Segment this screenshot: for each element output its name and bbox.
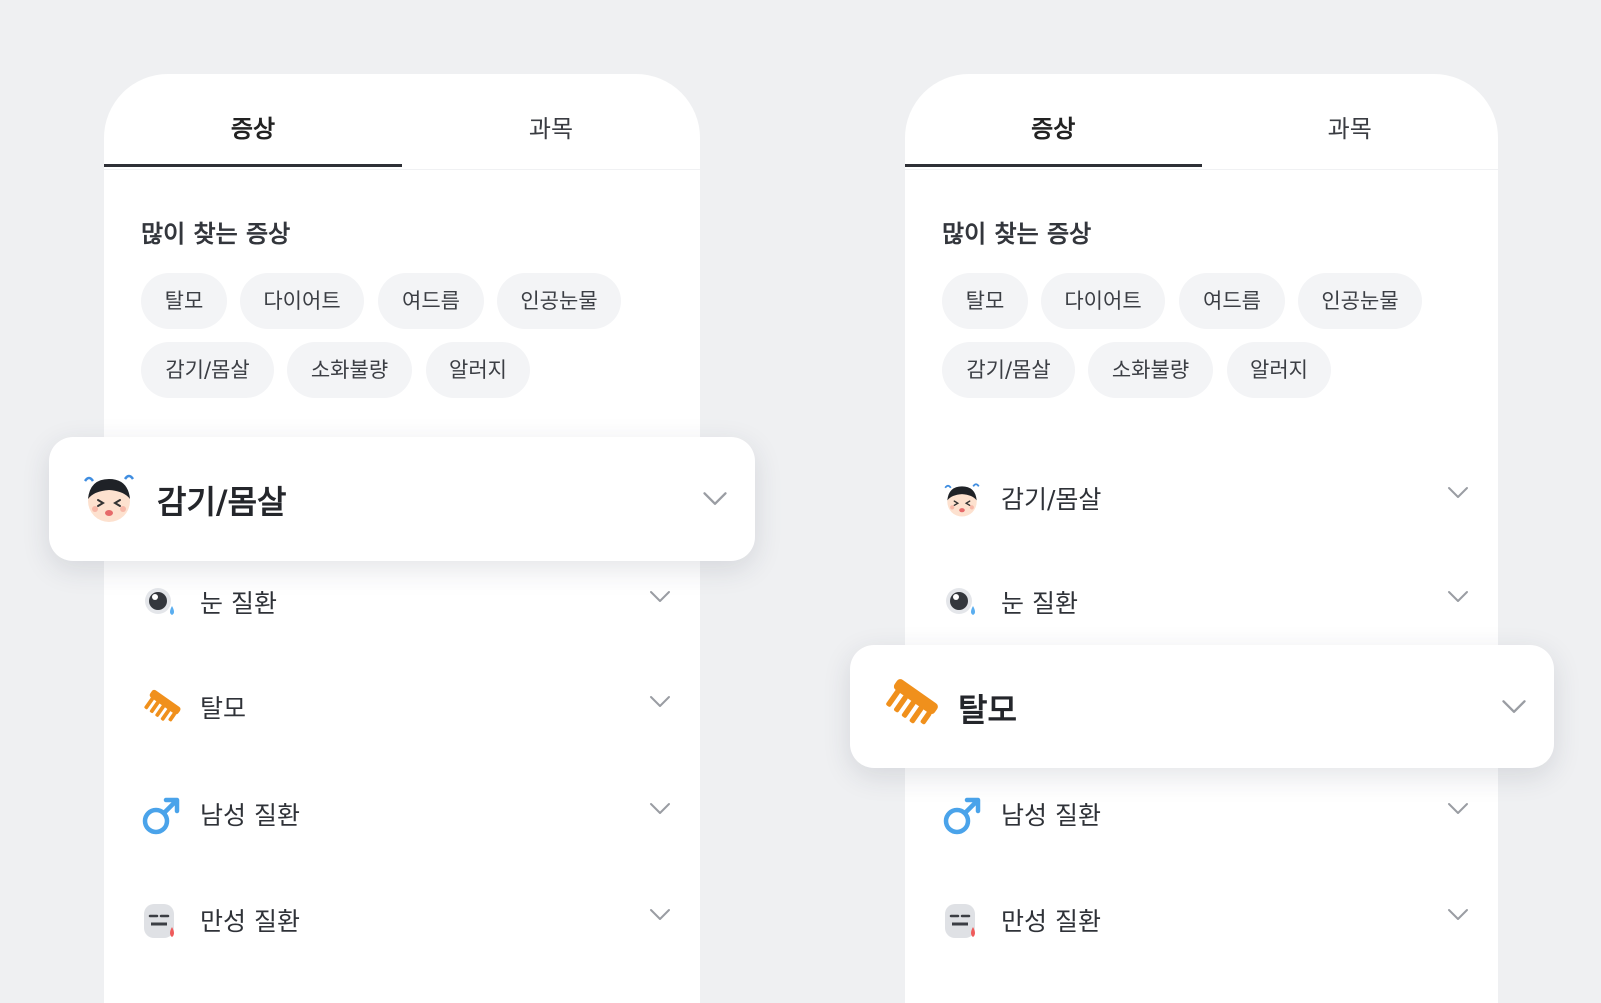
category-label: 감기/몸살	[1001, 485, 1102, 514]
chip-hair-loss[interactable]: 탈모	[141, 273, 227, 329]
category-row-chronic[interactable]: 만성 질환	[905, 864, 1498, 972]
category-label: 감기/몸살	[157, 483, 287, 521]
tab-departments[interactable]: 과목	[402, 74, 700, 167]
category-row-eye[interactable]: 눈 질환	[104, 546, 700, 654]
chevron-down-icon	[1500, 692, 1528, 720]
chronic-face-icon	[140, 900, 182, 942]
category-row-eye[interactable]: 눈 질환	[905, 546, 1498, 654]
chip-allergy[interactable]: 알러지	[1227, 342, 1331, 398]
category-row-male[interactable]: 남성 질환	[905, 758, 1498, 866]
chevron-down-icon	[701, 484, 729, 512]
tab-symptoms[interactable]: 증상	[104, 74, 402, 167]
category-label: 만성 질환	[1001, 907, 1101, 936]
category-label: 남성 질환	[1001, 801, 1101, 830]
comb-icon	[140, 687, 182, 729]
chevron-down-icon	[1446, 796, 1470, 820]
category-row-cold[interactable]: 감기/몸살	[905, 442, 1498, 550]
chevron-down-icon	[648, 689, 672, 713]
comb-icon	[880, 675, 940, 735]
chevron-down-icon	[1446, 480, 1470, 504]
chip-diet[interactable]: 다이어트	[1041, 273, 1165, 329]
category-label: 눈 질환	[1001, 589, 1078, 618]
eye-drop-icon	[941, 582, 983, 624]
sick-face-icon	[79, 467, 139, 527]
chevron-down-icon	[1446, 584, 1470, 608]
category-label: 만성 질환	[200, 907, 300, 936]
chip-artificial-tears[interactable]: 인공눈물	[1298, 273, 1422, 329]
tab-bar: 증상 과목	[104, 74, 700, 170]
section-title: 많이 찾는 증상	[141, 220, 291, 248]
sick-face-icon	[941, 478, 983, 520]
chip-allergy[interactable]: 알러지	[426, 342, 530, 398]
tab-bar: 증상 과목	[905, 74, 1498, 170]
chevron-down-icon	[1446, 902, 1470, 926]
male-symbol-icon	[140, 794, 182, 836]
chronic-face-icon	[941, 900, 983, 942]
chip-acne[interactable]: 여드름	[1179, 273, 1285, 329]
chip-cold[interactable]: 감기/몸살	[942, 342, 1075, 398]
category-label: 눈 질환	[200, 589, 277, 618]
chip-cold[interactable]: 감기/몸살	[141, 342, 274, 398]
chip-hair-loss[interactable]: 탈모	[942, 273, 1028, 329]
category-row-chronic[interactable]: 만성 질환	[104, 864, 700, 972]
phone-screen-right: 증상 과목 많이 찾는 증상 탈모 다이어트 여드름 인공눈물 감기/몸살 소화…	[905, 74, 1498, 1003]
highlight-card-cold[interactable]: 감기/몸살	[49, 437, 755, 561]
chip-acne[interactable]: 여드름	[378, 273, 484, 329]
category-row-hair-loss[interactable]: 탈모	[104, 651, 700, 759]
chip-artificial-tears[interactable]: 인공눈물	[497, 273, 621, 329]
category-label: 탈모	[958, 691, 1017, 729]
chip-indigestion[interactable]: 소화불량	[1088, 342, 1213, 398]
highlight-card-hair-loss[interactable]: 탈모	[850, 645, 1554, 768]
category-row-male[interactable]: 남성 질환	[104, 758, 700, 866]
male-symbol-icon	[941, 794, 983, 836]
chevron-down-icon	[648, 584, 672, 608]
category-label: 남성 질환	[200, 801, 300, 830]
category-label: 탈모	[200, 694, 247, 723]
chevron-down-icon	[648, 796, 672, 820]
section-title: 많이 찾는 증상	[942, 220, 1092, 248]
tab-symptoms[interactable]: 증상	[905, 74, 1202, 167]
chip-diet[interactable]: 다이어트	[240, 273, 364, 329]
tab-departments[interactable]: 과목	[1202, 74, 1499, 167]
eye-drop-icon	[140, 582, 182, 624]
chip-indigestion[interactable]: 소화불량	[287, 342, 412, 398]
chevron-down-icon	[648, 902, 672, 926]
